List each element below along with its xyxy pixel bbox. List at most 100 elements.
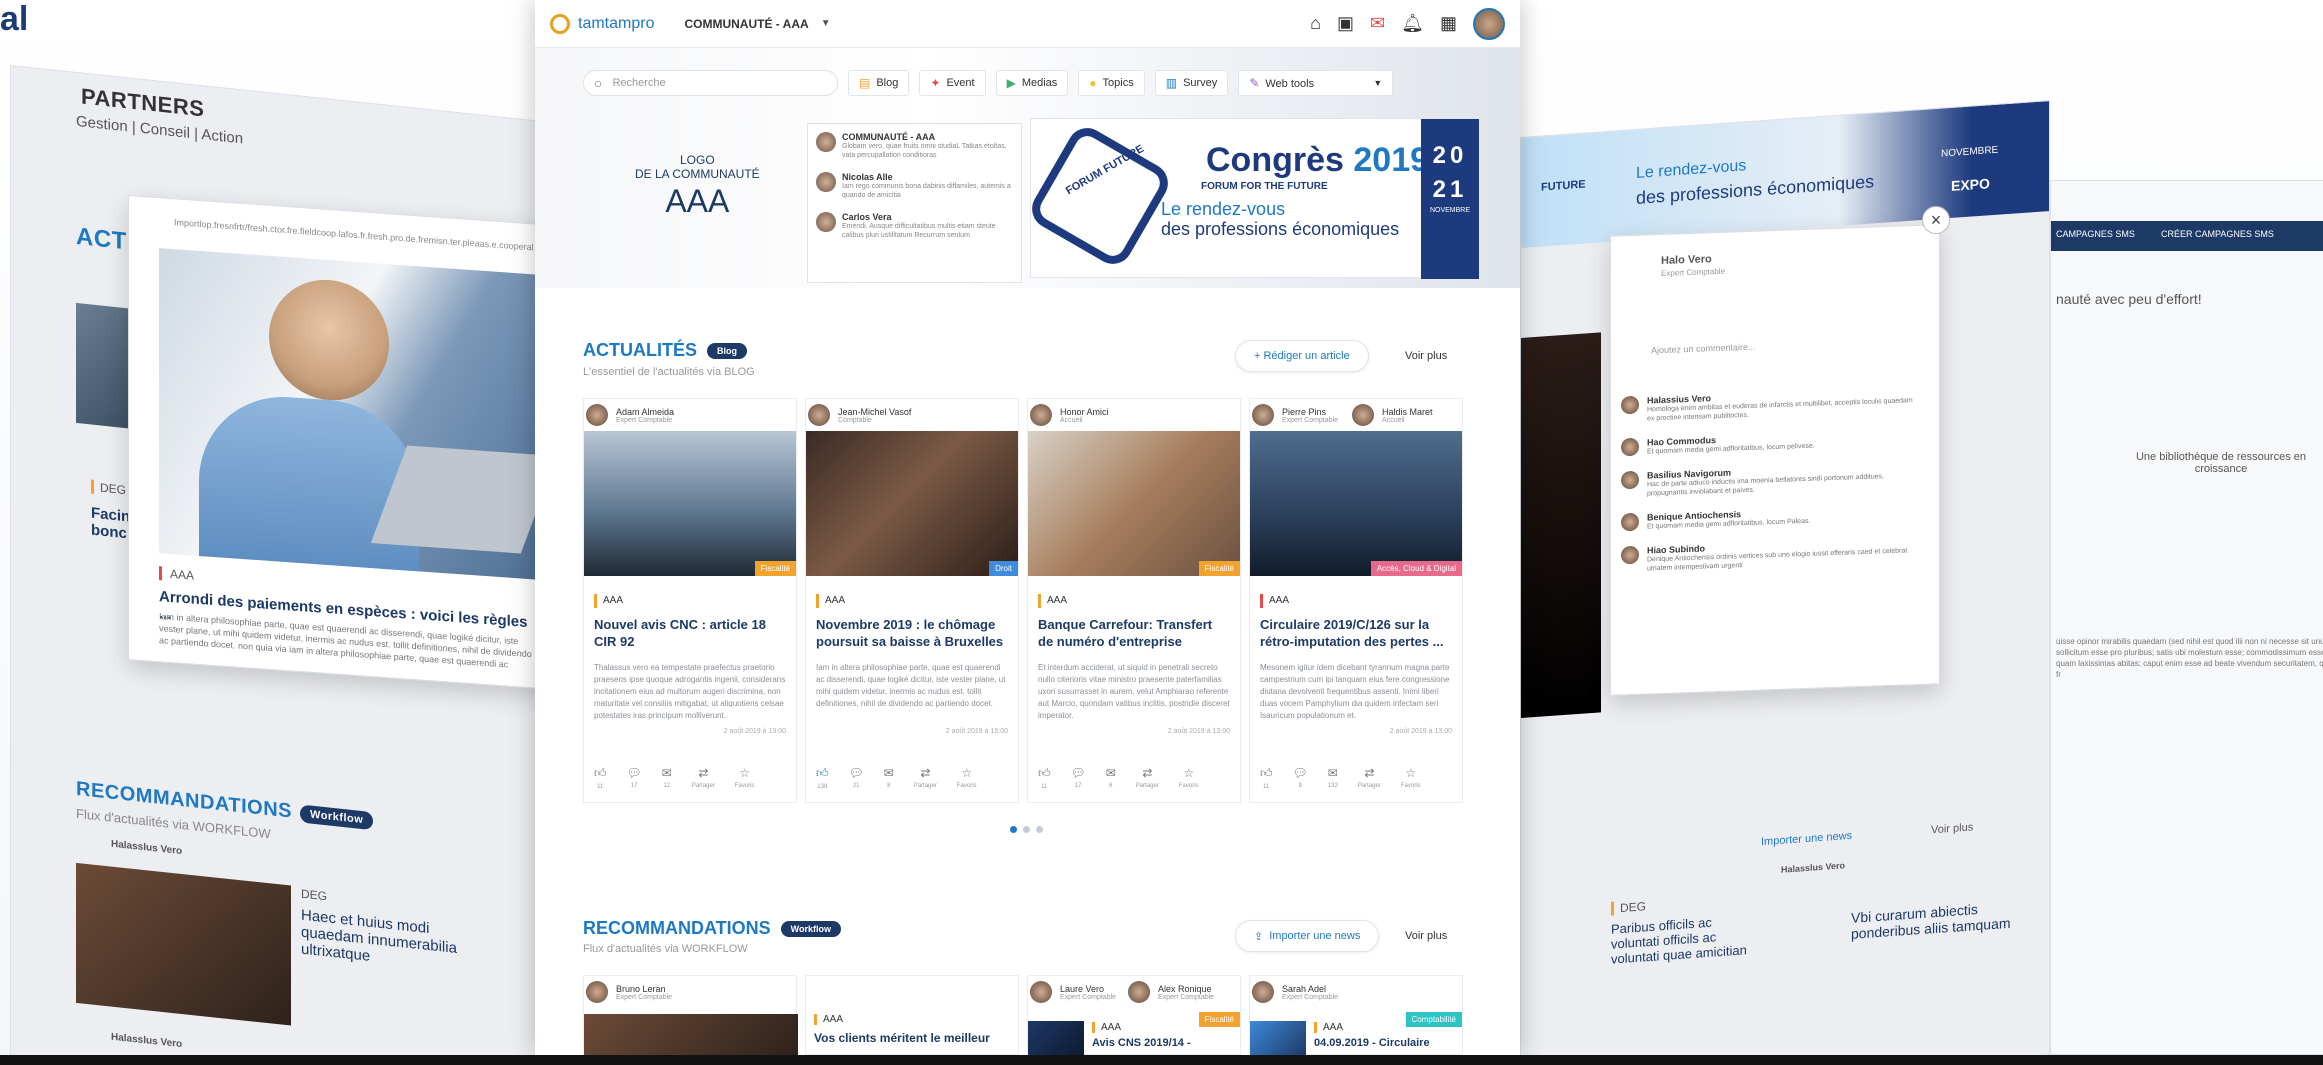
- comment-item[interactable]: Basilius Navigorum Hac de parte adiuco in…: [1621, 461, 1921, 499]
- nav-survey[interactable]: ▥ Survey: [1154, 70, 1229, 96]
- bg-right-import-button[interactable]: Importer une news: [1761, 830, 1852, 848]
- list-item[interactable]: COMMUNAUTÉ - AAA Globam vero, quae fruits…: [816, 132, 1013, 160]
- recommandations-see-all[interactable]: Voir plus: [1405, 930, 1447, 942]
- like-icon[interactable]: 👍︎ 138: [816, 766, 829, 790]
- reply-icon[interactable]: ✉ 132: [1328, 766, 1338, 790]
- reply-icon[interactable]: ✉ 12: [662, 766, 672, 790]
- card-title[interactable]: Nouvel avis CNC : article 18 CIR 92: [594, 616, 786, 652]
- nav-webtools[interactable]: ✎ Web tools ▼: [1238, 70, 1394, 96]
- comment-item[interactable]: Halassius Vero Homologa enim ambitas et e…: [1621, 386, 1921, 424]
- avatar: [816, 172, 836, 192]
- home-icon[interactable]: ⌂: [1310, 13, 1321, 34]
- menu-sms-campaigns[interactable]: CAMPAGNES SMS: [2056, 229, 2135, 239]
- menu-create-sms[interactable]: CRÉER CAMPAGNES SMS: [2161, 229, 2274, 239]
- like-icon[interactable]: 👍︎ 11: [1260, 766, 1273, 790]
- post-author-role: Expert Comptable: [1661, 266, 1726, 278]
- card-title[interactable]: Novembre 2019 : le chômage poursuit sa b…: [816, 616, 1008, 652]
- like-icon[interactable]: 👍︎ 11: [594, 766, 607, 790]
- news-card[interactable]: Honor Amici Accueil Fiscalité AAA Banque …: [1027, 398, 1241, 803]
- comment-item[interactable]: Hao Commodus Et quomam media gemi adflori…: [1621, 428, 1921, 457]
- comment-list: Halassius Vero Homologa enim ambitas et e…: [1621, 386, 1921, 588]
- carousel-dot[interactable]: [1036, 826, 1043, 833]
- event-banner[interactable]: FORUM FUTURE Congrès 2019 FORUM FOR THE …: [1024, 118, 1480, 279]
- bell-icon[interactable]: 🔔︎: [1401, 13, 1424, 34]
- recommandations-title: RECOMMANDATIONS: [583, 918, 771, 938]
- building-icon[interactable]: ▣: [1337, 13, 1354, 34]
- reply-icon[interactable]: ✉ 8: [884, 766, 894, 790]
- avatar: [1621, 545, 1639, 565]
- recommandations-pill[interactable]: Workflow: [780, 920, 841, 937]
- carousel-dot[interactable]: [1010, 826, 1017, 833]
- card-title[interactable]: Avis CNS 2019/14 -: [1092, 1037, 1191, 1049]
- recommendation-card[interactable]: Bruno Leran Expert Comptable: [583, 975, 798, 1055]
- recommendation-card[interactable]: Sarah Adel Expert Comptable Comptabilité …: [1249, 975, 1463, 1055]
- favorite-icon[interactable]: ☆ Favoris: [1401, 766, 1421, 790]
- bg-right-see-all[interactable]: Voir plus: [1931, 821, 1973, 836]
- actualites-see-all[interactable]: Voir plus: [1405, 350, 1447, 362]
- avatar[interactable]: [1473, 7, 1505, 40]
- card-title[interactable]: Banque Carrefour: Transfert de numéro d'…: [1038, 616, 1230, 652]
- comment-icon[interactable]: 💬︎ 21: [849, 766, 864, 790]
- share-icon[interactable]: ⇄ Partager: [914, 766, 937, 790]
- card-date: 2 août 2019 à 13:00: [723, 728, 786, 735]
- comment-item[interactable]: Benique Antiochensis Et quomam media gemi…: [1621, 503, 1921, 532]
- news-card[interactable]: Pierre Pins Expert Comptable Haldis Maret A…: [1249, 398, 1463, 803]
- card-image: [1028, 1021, 1084, 1055]
- main-screen: tamtampro COMMUNAUTÉ - AAA ▼ ⌂ ▣ ✉ 🔔︎ ▦ …: [535, 0, 1520, 1055]
- nav-event-label: Event: [946, 77, 975, 89]
- close-icon[interactable]: ×: [1922, 206, 1950, 234]
- nav-blog[interactable]: ▤ Blog: [848, 70, 910, 96]
- comment-item[interactable]: Hiao Subindo Denique Antiochensis ordinis…: [1621, 536, 1921, 574]
- avatar: [1252, 981, 1274, 1003]
- news-card[interactable]: Adam Almeida Expert Comptable Fiscalité A…: [583, 398, 797, 803]
- recommendation-card[interactable]: Laure Vero Expert Comptable Alex Ronique Ex…: [1027, 975, 1241, 1055]
- bg-left-photo: [76, 302, 136, 430]
- like-icon[interactable]: 👍︎ 11: [1038, 766, 1051, 790]
- community-select[interactable]: COMMUNAUTÉ - AAA ▼: [684, 17, 830, 31]
- write-article-button[interactable]: + Rédiger un article: [1235, 340, 1369, 372]
- post-overlay-card[interactable]: Halo Vero Expert Comptable Ajoutez un co…: [1610, 224, 1940, 696]
- reply-icon[interactable]: ✉ 6: [1106, 766, 1116, 790]
- comment-input[interactable]: Ajoutez un commentaire...: [1651, 342, 1756, 356]
- mail-icon[interactable]: ✉: [1370, 13, 1385, 34]
- nav-medias-label: Medias: [1021, 77, 1058, 89]
- comment-icon[interactable]: 💬︎ 9: [1293, 766, 1308, 790]
- bg-rec-category: DEG: [301, 886, 328, 904]
- article-overlay-card[interactable]: Importlop.fresnfrtr/fresh.ctor.fre.field…: [128, 195, 558, 690]
- nav-event[interactable]: ✦ Event: [919, 70, 986, 96]
- card-title[interactable]: Vos clients méritent le meilleur: [814, 1031, 1020, 1045]
- avatar: [1030, 404, 1052, 426]
- bg-rec-photo: [76, 862, 291, 1026]
- person-head-shape: [269, 275, 389, 405]
- card-tag: Fiscalité: [754, 561, 796, 576]
- feed-text: Iam rego communis bona dabinis diffamile…: [842, 183, 1011, 199]
- actualites-pill[interactable]: Blog: [707, 342, 747, 359]
- share-icon[interactable]: ⇄ Partager: [1358, 766, 1381, 790]
- share-icon[interactable]: ⇄ Partager: [692, 766, 715, 790]
- carousel-dot[interactable]: [1023, 826, 1030, 833]
- nav-medias[interactable]: ▶ Medias: [995, 70, 1069, 96]
- share-icon[interactable]: ⇄ Partager: [1136, 766, 1159, 790]
- comment-icon[interactable]: 💬︎ 17: [627, 766, 642, 790]
- carousel-prev-icon[interactable]: ‹: [129, 401, 159, 433]
- favorite-icon[interactable]: ☆ Favoris: [1179, 766, 1199, 790]
- news-cards: Adam Almeida Expert Comptable Fiscalité A…: [583, 398, 1463, 803]
- card-title[interactable]: Circulaire 2019/C/126 sur la rétro-imput…: [1260, 616, 1452, 652]
- brand-logo[interactable]: tamtampro: [550, 13, 654, 34]
- card-author-role: Expert Comptable: [1282, 416, 1339, 424]
- card-title[interactable]: 04.09.2019 - Circulaire: [1314, 1037, 1430, 1049]
- apps-grid-icon[interactable]: ▦: [1440, 13, 1457, 34]
- card-category: AAA: [1092, 1022, 1191, 1033]
- import-news-button[interactable]: ⇪ Importer une news: [1235, 920, 1380, 952]
- comment-icon[interactable]: 💬︎ 17: [1071, 766, 1086, 790]
- banner-subtitle-2: des professions économiques: [1161, 219, 1400, 239]
- list-item[interactable]: Nicolas Alle Iam rego communis bona dabin…: [816, 172, 1013, 200]
- news-card[interactable]: Jean-Michel Vasof Comptable Droit AAA Nov…: [805, 398, 1019, 803]
- favorite-icon[interactable]: ☆ Favoris: [957, 766, 977, 790]
- favorite-icon[interactable]: ☆ Favoris: [735, 766, 755, 790]
- bg-right-photo: [1521, 332, 1601, 718]
- recommendation-card[interactable]: AAA Vos clients méritent le meilleur: [805, 975, 1019, 1055]
- nav-topics[interactable]: ● Topics: [1078, 70, 1145, 96]
- list-item[interactable]: Carlos Vera Emendi. Ausque difficultatibu…: [816, 212, 1013, 240]
- search-input[interactable]: ○ Recherche: [583, 70, 838, 96]
